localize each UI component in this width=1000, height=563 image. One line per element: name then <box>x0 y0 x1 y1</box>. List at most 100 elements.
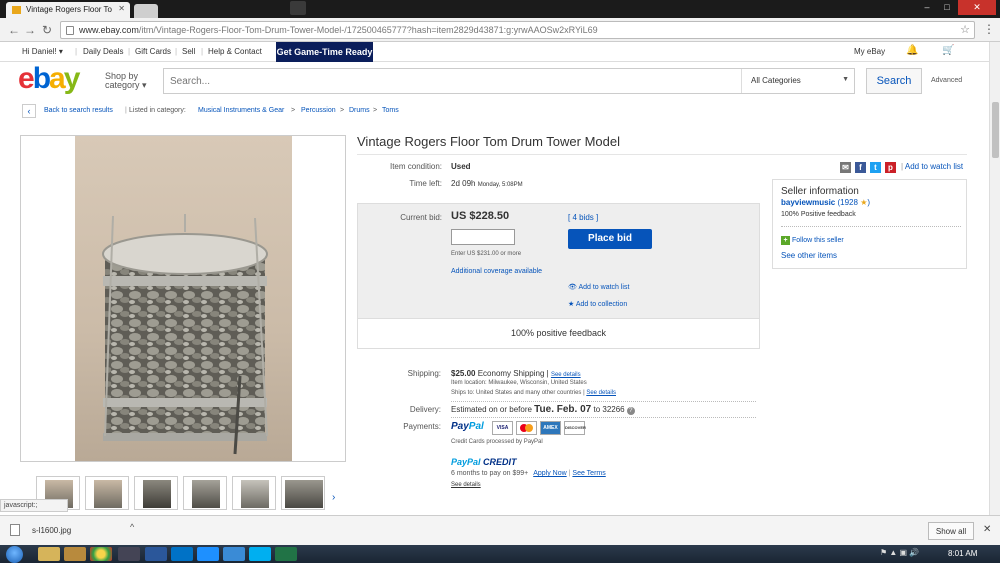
app-icon[interactable] <box>118 547 140 561</box>
add-to-collection-button[interactable]: ★ Add to collection <box>568 300 627 308</box>
outlook-icon[interactable] <box>171 547 193 561</box>
thumbnail[interactable] <box>134 476 178 510</box>
thumbnail-strip <box>36 476 332 510</box>
amex-card-icon: AMEX <box>540 421 561 435</box>
back-arrow-icon[interactable]: ← <box>6 22 22 38</box>
seller-score-close: ) <box>867 198 871 207</box>
add-to-watch-list-link[interactable]: | Add to watch list <box>901 162 963 171</box>
email-share-icon[interactable]: ✉ <box>840 162 851 173</box>
shipping-row: $25.00 Economy Shipping | See details <box>451 369 581 378</box>
folder-icon[interactable] <box>64 547 86 561</box>
condition-value: Used <box>451 162 471 171</box>
crumb-percussion[interactable]: Percussion <box>301 107 336 114</box>
browser-tab-active[interactable]: Vintage Rogers Floor To ✕ <box>6 2 130 18</box>
file-icon <box>10 524 20 536</box>
thumbnail[interactable] <box>232 476 276 510</box>
close-icon[interactable]: ✕ <box>983 524 991 535</box>
search-input[interactable] <box>170 69 730 93</box>
paypal-credit-name: PayPal <box>451 457 481 467</box>
internet-explorer-icon[interactable] <box>197 547 219 561</box>
search-bar: All Categories ▼ <box>163 68 855 94</box>
greeting-menu[interactable]: Hi Daniel! ▾ <box>22 47 63 56</box>
category-select[interactable]: All Categories ▼ <box>741 69 855 93</box>
divider: | <box>75 47 78 56</box>
paypal-logo: PayPal <box>451 421 484 432</box>
window-maximize-icon[interactable]: □ <box>940 2 954 14</box>
window-close-icon[interactable]: ✕ <box>958 0 996 15</box>
sell-link[interactable]: Sell <box>182 47 195 56</box>
discover-card-icon: DISCOVER <box>564 421 586 435</box>
pinterest-share-icon[interactable]: p <box>885 162 896 173</box>
bid-amount-input[interactable] <box>451 229 515 245</box>
back-to-search-link[interactable]: Back to search results <box>44 107 113 114</box>
show-all-button[interactable]: Show all <box>928 522 974 540</box>
place-bid-button[interactable]: Place bid <box>568 229 652 249</box>
shipping-details-link[interactable]: See details <box>551 372 581 378</box>
window-minimize-icon[interactable]: – <box>920 2 934 14</box>
crumb-toms[interactable]: Toms <box>382 107 399 114</box>
scrollbar-thumb[interactable] <box>992 102 999 158</box>
advanced-search-link[interactable]: Advanced <box>931 77 962 84</box>
follow-seller-link[interactable]: + Follow this seller <box>781 236 844 245</box>
see-terms-link[interactable]: See Terms <box>572 470 605 477</box>
add-to-watch-list-button[interactable]: 👁 Add to watch list <box>568 283 629 291</box>
skype-icon[interactable] <box>223 547 245 561</box>
address-bar[interactable]: www.ebay.com/itm/Vintage-Rogers-Floor-To… <box>60 21 975 39</box>
thumbnail-next-icon[interactable]: › <box>332 492 335 503</box>
explorer-icon[interactable] <box>38 547 60 561</box>
browser-menu-icon[interactable]: ⋮ <box>982 22 996 38</box>
cart-icon[interactable]: 🛒 <box>942 45 954 56</box>
back-chevron-icon[interactable]: ‹ <box>22 104 36 118</box>
listed-in-label: Listed in category: <box>129 107 186 114</box>
tab-close-icon[interactable]: ✕ <box>118 4 125 13</box>
floor-tom-drum-image <box>102 214 268 455</box>
ebay-logo[interactable]: ebay <box>18 64 80 94</box>
daily-deals-link[interactable]: Daily Deals <box>83 47 123 56</box>
bookmark-star-icon[interactable]: ☆ <box>960 23 970 36</box>
additional-coverage-link[interactable]: Additional coverage available <box>451 268 542 275</box>
facebook-share-icon[interactable]: f <box>855 162 866 173</box>
word-icon[interactable] <box>145 547 167 561</box>
apply-now-link[interactable]: Apply Now <box>533 470 566 477</box>
twitter-share-icon[interactable]: t <box>870 162 881 173</box>
divider: | <box>201 47 204 56</box>
crumb-separator: > <box>340 107 345 114</box>
thumbnail[interactable] <box>183 476 227 510</box>
chrome-icon[interactable] <box>90 547 112 561</box>
forward-arrow-icon[interactable]: → <box>22 22 38 38</box>
delivery-label: Delivery: <box>409 405 441 414</box>
search-button[interactable]: Search <box>866 68 922 94</box>
payments-details-link[interactable]: See details <box>451 482 481 488</box>
new-tab-button[interactable] <box>134 4 158 18</box>
page-scrollbar[interactable] <box>989 42 1000 515</box>
skype-app-icon[interactable] <box>249 547 271 561</box>
thumbnail[interactable] <box>85 476 129 510</box>
download-file-name[interactable]: s-l1600.jpg <box>32 526 71 535</box>
taskbar-clock[interactable]: 8:01 AM <box>948 549 977 558</box>
promo-banner[interactable]: Get Game-Time Ready <box>276 42 373 62</box>
reload-icon[interactable]: ↻ <box>39 22 55 38</box>
help-contact-link[interactable]: Help & Contact <box>208 47 262 56</box>
notification-bell-icon[interactable]: 🔔 <box>906 45 918 56</box>
mastercard-icon <box>516 421 537 435</box>
divider: | <box>125 107 127 114</box>
crumb-musical-instruments[interactable]: Musical Instruments & Gear <box>198 107 284 114</box>
visa-card-icon: VISA <box>492 421 513 435</box>
info-icon[interactable]: ? <box>626 407 635 415</box>
item-main-image[interactable] <box>20 135 346 462</box>
seller-name-link[interactable]: bayviewmusic <box>781 198 835 207</box>
divider <box>451 417 756 418</box>
my-ebay-link[interactable]: My eBay <box>854 47 885 56</box>
bid-count-link[interactable]: [ 4 bids ] <box>568 213 598 222</box>
excel-icon[interactable] <box>275 547 297 561</box>
chevron-up-icon[interactable]: ^ <box>130 522 134 532</box>
crumb-drums[interactable]: Drums <box>349 107 370 114</box>
thumbnail[interactable] <box>281 476 325 510</box>
ships-to-details-link[interactable]: See details <box>586 390 616 396</box>
see-other-items-link[interactable]: See other items <box>781 251 837 260</box>
shop-by-category-button[interactable]: Shop by category ▾ <box>105 72 147 90</box>
start-button-icon[interactable] <box>6 546 23 563</box>
seller-score[interactable]: (1928 <box>837 198 857 207</box>
gift-cards-link[interactable]: Gift Cards <box>135 47 171 56</box>
system-tray-icons[interactable]: ⚑ ▲ ▣ 🔊 <box>880 547 940 561</box>
